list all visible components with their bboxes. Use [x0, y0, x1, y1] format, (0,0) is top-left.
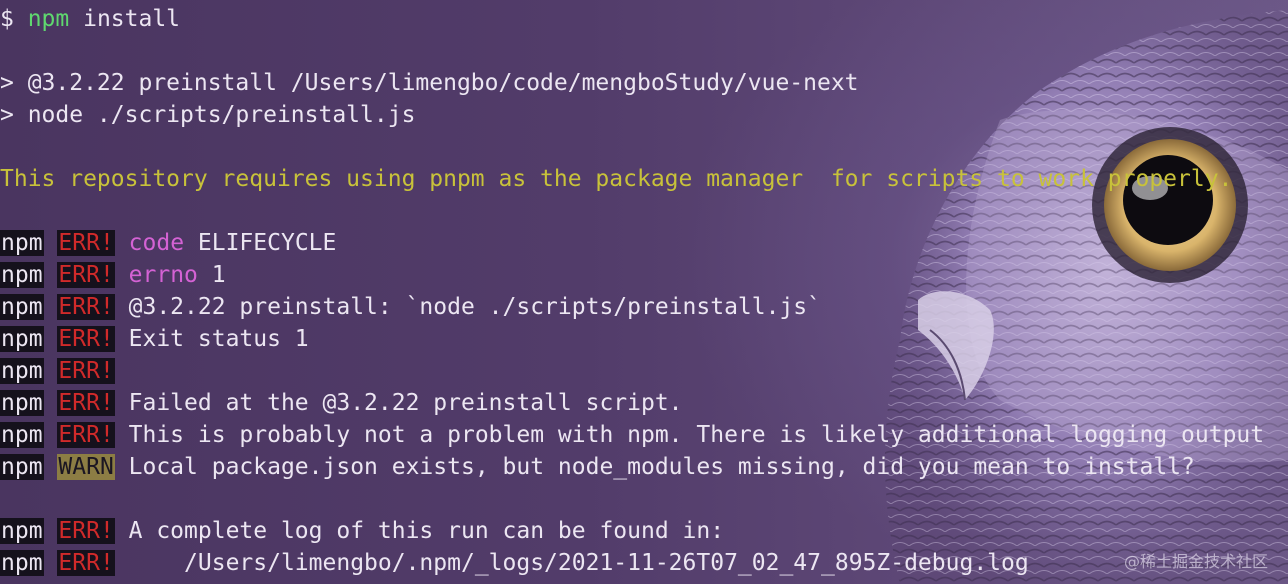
npm-tag: npm: [0, 550, 44, 576]
npm-tag: npm: [0, 454, 44, 480]
err-tag: ERR!: [57, 518, 115, 544]
log-message: This is probably not a problem with npm.…: [114, 422, 1265, 448]
log-line: npm ERR! code ELIFECYCLE: [0, 229, 336, 257]
log-line: npm ERR! @3.2.22 preinstall: `node ./scr…: [0, 293, 821, 321]
log-value: 1: [197, 262, 226, 288]
terminal-output: $ npm install > @3.2.22 preinstall /User…: [0, 0, 1288, 584]
err-tag: ERR!: [57, 230, 115, 256]
log-message: Local package.json exists, but node_modu…: [114, 454, 1195, 480]
npm-tag: npm: [0, 422, 44, 448]
warn-tag: WARN: [57, 454, 115, 480]
warn-line: npm WARN Local package.json exists, but …: [0, 453, 1195, 481]
log-message: @3.2.22 preinstall: `node ./scripts/prei…: [114, 294, 822, 320]
err-tag: ERR!: [57, 326, 115, 352]
command-args: install: [69, 6, 181, 32]
log-value: ELIFECYCLE: [184, 230, 337, 256]
err-tag: ERR!: [57, 422, 115, 448]
script-header-line: > @3.2.22 preinstall /Users/limengbo/cod…: [0, 70, 859, 96]
watermark: @稀土掘金技术社区: [1123, 552, 1268, 571]
err-tag: ERR!: [57, 390, 115, 416]
err-tag: ERR!: [57, 262, 115, 288]
err-tag: ERR!: [57, 550, 115, 576]
log-key: code: [128, 230, 185, 256]
log-line: npm ERR! Exit status 1: [0, 325, 309, 353]
log-line: npm ERR! Failed at the @3.2.22 preinstal…: [0, 389, 683, 417]
log-line: npm ERR! A complete log of this run can …: [0, 517, 724, 545]
log-message: Exit status 1: [114, 326, 309, 352]
shell-prompt: $: [0, 6, 28, 32]
log-line: npm ERR! errno 1: [0, 261, 226, 289]
log-key: errno: [128, 262, 198, 288]
npm-tag: npm: [0, 518, 44, 544]
command-line: $ npm install: [0, 5, 180, 33]
log-message: A complete log of this run can be found …: [114, 518, 725, 544]
err-tag: ERR!: [57, 358, 115, 384]
command-name: npm: [27, 6, 70, 32]
log-line: npm ERR!: [0, 357, 115, 385]
log-line: npm ERR! This is probably not a problem …: [0, 421, 1264, 449]
npm-tag: npm: [0, 390, 44, 416]
log-path: /Users/limengbo/.npm/_logs/2021-11-26T07…: [114, 550, 1029, 576]
err-tag: ERR!: [57, 294, 115, 320]
log-message: Failed at the @3.2.22 preinstall script.: [114, 390, 683, 416]
log-line: npm ERR! /Users/limengbo/.npm/_logs/2021…: [0, 549, 1029, 577]
npm-tag: npm: [0, 358, 44, 384]
npm-tag: npm: [0, 262, 44, 288]
npm-tag: npm: [0, 230, 44, 256]
npm-tag: npm: [0, 294, 44, 320]
script-command-line: > node ./scripts/preinstall.js: [0, 102, 416, 128]
npm-tag: npm: [0, 326, 44, 352]
pnpm-warning-message: This repository requires using pnpm as t…: [0, 166, 1233, 192]
